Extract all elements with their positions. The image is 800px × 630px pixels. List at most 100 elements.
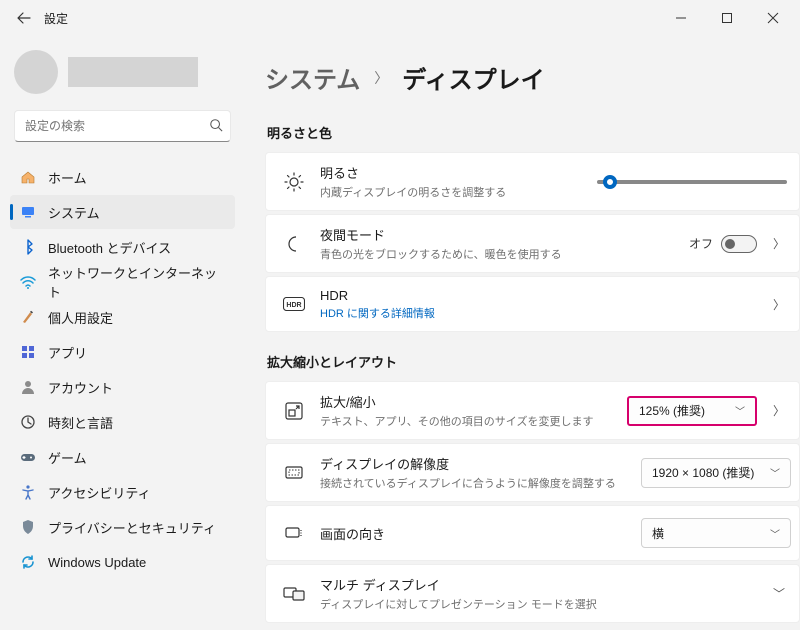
network-icon <box>20 274 36 290</box>
chevron-right-icon: 〉 <box>767 296 791 313</box>
card-resolution[interactable]: ディスプレイの解像度 接続されているディスプレイに合うように解像度を調整する 1… <box>265 443 800 502</box>
sidebar-item-bluetooth[interactable]: Bluetooth とデバイス <box>10 230 235 264</box>
hdr-icon: HDR <box>280 297 308 311</box>
card-subtitle: テキスト、アプリ、その他の項目のサイズを変更します <box>320 413 627 429</box>
hdr-more-info-link[interactable]: HDR に関する詳細情報 <box>320 305 767 321</box>
sidebar-item-label: Bluetooth とデバイス <box>48 238 171 257</box>
chevron-down-icon: ﹀ <box>767 585 791 602</box>
card-night-light[interactable]: 夜間モード 青色の光をブロックするために、暖色を使用する オフ 〉 <box>265 214 800 273</box>
main-panel: システム 〉 ディスプレイ 明るさと色 明るさ 内蔵ディスプレイの明るさを調整す… <box>245 36 800 630</box>
card-subtitle: 接続されているディスプレイに合うように解像度を調整する <box>320 475 641 491</box>
card-title: ディスプレイの解像度 <box>320 454 641 473</box>
close-button[interactable] <box>750 0 796 36</box>
account-icon <box>20 379 36 395</box>
chevron-right-icon: 〉 <box>767 235 791 252</box>
sidebar-item-label: アプリ <box>48 343 87 362</box>
sidebar-item-privacy[interactable]: プライバシーとセキュリティ <box>10 510 235 544</box>
clock-icon <box>20 414 36 430</box>
sidebar-item-label: 個人用設定 <box>48 308 113 327</box>
maximize-button[interactable] <box>704 0 750 36</box>
paint-icon <box>20 309 36 325</box>
profile-block[interactable] <box>14 50 231 94</box>
card-brightness[interactable]: 明るさ 内蔵ディスプレイの明るさを調整する <box>265 152 800 211</box>
sidebar-item-network[interactable]: ネットワークとインターネット <box>10 265 235 299</box>
sidebar-item-accounts[interactable]: アカウント <box>10 370 235 404</box>
card-subtitle: 青色の光をブロックするために、暖色を使用する <box>320 246 689 262</box>
sidebar-item-label: プライバシーとセキュリティ <box>48 518 216 537</box>
arrow-left-icon <box>16 10 32 26</box>
breadcrumb-parent[interactable]: システム <box>265 60 360 95</box>
sidebar-item-personalization[interactable]: 個人用設定 <box>10 300 235 334</box>
card-orientation[interactable]: 画面の向き 横 ﹀ <box>265 505 800 561</box>
sidebar-item-update[interactable]: Windows Update <box>10 545 235 579</box>
chevron-down-icon: ﹀ <box>770 526 780 541</box>
sidebar-item-accessibility[interactable]: アクセシビリティ <box>10 475 235 509</box>
minimize-button[interactable] <box>658 0 704 36</box>
sidebar-item-time-language[interactable]: 時刻と言語 <box>10 405 235 439</box>
sidebar-item-label: ネットワークとインターネット <box>48 263 225 301</box>
section-title-scale: 拡大縮小とレイアウト <box>267 352 800 371</box>
sidebar-item-label: アカウント <box>48 378 113 397</box>
update-icon <box>20 554 36 570</box>
sidebar-item-label: 時刻と言語 <box>48 413 113 432</box>
card-title: 夜間モード <box>320 225 689 244</box>
svg-text:HDR: HDR <box>286 302 301 309</box>
nav-list: ホーム システム Bluetooth とデバイス ネットワークとインターネット … <box>10 160 235 579</box>
sidebar-item-apps[interactable]: アプリ <box>10 335 235 369</box>
system-icon <box>20 204 36 220</box>
card-multi-display[interactable]: マルチ ディスプレイ ディスプレイに対してプレゼンテーション モードを選択 ﹀ <box>265 564 800 623</box>
section-title-brightness: 明るさと色 <box>267 123 800 142</box>
card-subtitle: ディスプレイに対してプレゼンテーション モードを選択 <box>320 596 767 612</box>
chevron-right-icon: 〉 <box>374 68 388 88</box>
sidebar-item-label: アクセシビリティ <box>48 483 151 502</box>
dropdown-value: 125% (推奨) <box>639 402 705 419</box>
sidebar-item-label: ホーム <box>48 168 87 187</box>
moon-icon <box>280 234 308 254</box>
brightness-slider[interactable] <box>597 180 787 184</box>
toggle-pill-icon <box>721 235 757 253</box>
night-light-toggle[interactable]: オフ <box>689 235 757 253</box>
breadcrumb-current: ディスプレイ <box>402 60 544 95</box>
sidebar: ホーム システム Bluetooth とデバイス ネットワークとインターネット … <box>0 36 245 630</box>
shield-icon <box>20 519 36 535</box>
chevron-down-icon: ﹀ <box>735 403 745 418</box>
chevron-down-icon: ﹀ <box>770 465 780 480</box>
scale-dropdown[interactable]: 125% (推奨) ﹀ <box>627 396 757 426</box>
square-icon <box>722 13 732 23</box>
sidebar-item-label: ゲーム <box>48 448 87 467</box>
toggle-state-label: オフ <box>689 235 713 252</box>
sidebar-item-gaming[interactable]: ゲーム <box>10 440 235 474</box>
window-controls <box>658 0 796 36</box>
card-title: マルチ ディスプレイ <box>320 575 767 594</box>
chevron-right-icon: 〉 <box>767 402 791 419</box>
bluetooth-icon <box>20 239 36 255</box>
resolution-icon <box>280 463 308 483</box>
dropdown-value: 横 <box>652 525 664 542</box>
breadcrumb: システム 〉 ディスプレイ <box>265 60 800 95</box>
card-subtitle: 内蔵ディスプレイの明るさを調整する <box>320 184 597 200</box>
profile-name-placeholder <box>68 57 198 87</box>
accessibility-icon <box>20 484 36 500</box>
back-button[interactable] <box>4 0 44 36</box>
card-hdr[interactable]: HDR HDR HDR に関する詳細情報 〉 <box>265 276 800 332</box>
orientation-dropdown[interactable]: 横 ﹀ <box>641 518 791 548</box>
game-icon <box>20 449 36 465</box>
orientation-icon <box>280 523 308 543</box>
title-bar: 設定 <box>0 0 800 36</box>
sidebar-item-home[interactable]: ホーム <box>10 160 235 194</box>
sidebar-item-system[interactable]: システム <box>10 195 235 229</box>
slider-thumb[interactable] <box>603 175 617 189</box>
sidebar-item-label: システム <box>48 203 100 222</box>
multi-display-icon <box>280 585 308 603</box>
search-icon[interactable] <box>209 118 223 135</box>
resolution-dropdown[interactable]: 1920 × 1080 (推奨) ﹀ <box>641 458 791 488</box>
card-scale[interactable]: 拡大/縮小 テキスト、アプリ、その他の項目のサイズを変更します 125% (推奨… <box>265 381 800 440</box>
sun-icon <box>280 172 308 192</box>
search-input[interactable] <box>14 110 231 142</box>
window-title: 設定 <box>44 10 68 27</box>
card-title: 拡大/縮小 <box>320 392 627 411</box>
card-title: 明るさ <box>320 163 597 182</box>
search-box <box>14 110 231 142</box>
card-title: HDR <box>320 288 767 303</box>
card-title: 画面の向き <box>320 524 641 543</box>
